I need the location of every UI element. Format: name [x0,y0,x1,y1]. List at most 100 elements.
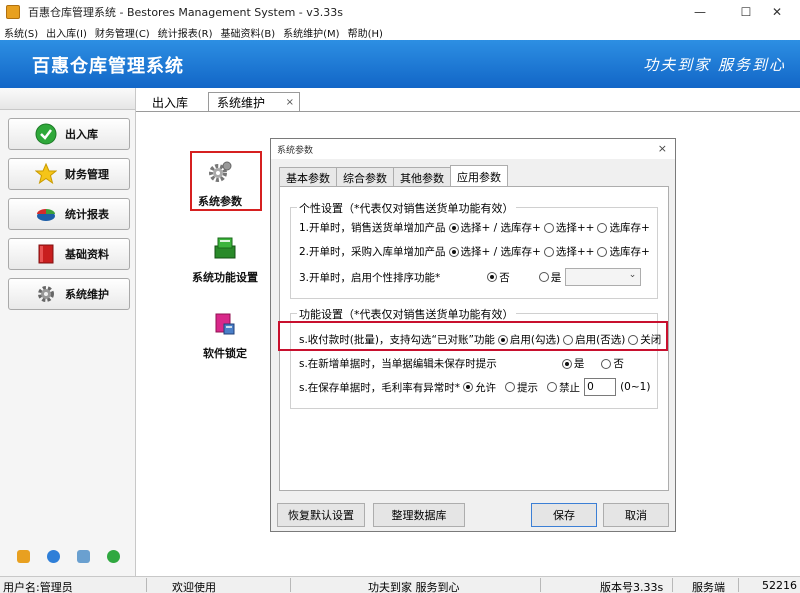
sidebar-item-reports[interactable]: 统计报表 [8,198,130,230]
save-button[interactable]: 保存 [531,503,597,527]
check-circle-icon [35,123,57,145]
radio-button[interactable] [601,358,612,369]
sort-select[interactable]: ⌄ [565,268,642,286]
tab-other-params[interactable]: 其他参数 [393,167,451,187]
row-label: s.在保存单据时，毛利率有异常时* [299,381,461,394]
tab-label: 系统维护 [217,96,266,110]
menu-bar: 系统(S) 出入库(I) 财务管理(C) 统计报表(R) 基础资料(B) 系统维… [0,24,800,40]
dialog-title: 系统参数 [271,139,675,159]
sidebar-item-label: 财务管理 [65,168,109,181]
sidebar-item-finance[interactable]: 财务管理 [8,158,130,190]
setting-row: 3.开单时，启用个性排序功能* 否 是 ⌄ [299,268,642,286]
highlight-box [278,321,668,351]
tab-general-params[interactable]: 综合参数 [336,167,394,187]
status-port: 52216 [762,579,797,592]
radio-button[interactable] [463,382,474,392]
sidebar-item-label: 系统维护 [65,288,109,301]
close-icon[interactable]: × [286,97,294,108]
software-lock-label: 软件锁定 [203,347,247,360]
book-icon [35,243,57,265]
pie-chart-icon [35,203,57,225]
title-bar: 百惠仓库管理系统 - Bestores Management System - … [0,0,800,24]
radio-label: 允许 [475,381,497,394]
gear-icon [35,283,57,305]
menu-maintenance[interactable]: 系统维护(M) [279,25,343,40]
radio-button[interactable] [543,222,554,233]
dialog-tabs: 基本参数 综合参数 其他参数 应用参数 [279,165,508,187]
radio-button[interactable] [538,272,549,282]
radio-label: 选择+ / 选库存+ [460,246,541,258]
status-bar: 用户名:管理员 欢迎使用 功夫到家 服务到心 版本号3.33s 服务端 5221… [0,576,800,593]
clock-icon[interactable] [46,550,60,563]
radio-button[interactable] [597,222,608,233]
radio-label: 禁止 [559,381,581,394]
setting-row: 2.开单时，采购入库单增加产品 选择+ / 选库存+ 选择++ 选库存+ [299,244,650,259]
menu-help[interactable]: 帮助(H) [344,25,387,40]
sidebar-item-inout[interactable]: 出入库 [8,118,130,150]
function-settings-item[interactable]: 系统功能设置 [192,236,258,285]
restore-defaults-button[interactable]: 恢复默认设置 [277,503,365,527]
radio-button[interactable] [597,246,608,257]
group-title: 功能设置（*代表仅对销售送货单功能有效） [297,306,516,322]
dialog-close-icon[interactable]: × [658,142,667,155]
tab-maintenance[interactable]: 系统维护 × [208,92,300,112]
sidebar-item-label: 基础资料 [65,248,109,261]
setting-row: s.在新增单据时，当单据编辑未保存时提示 是 否 [299,356,624,371]
organize-database-button[interactable]: 整理数据库 [373,503,465,527]
chevron-down-icon: ⌄ [628,270,637,280]
row-label: 2.开单时，采购入库单增加产品 [299,246,446,258]
radio-button[interactable] [448,222,459,233]
search-icon[interactable] [76,550,90,563]
menu-basic-data[interactable]: 基础资料(B) [216,25,279,40]
margin-threshold-input[interactable]: 0 [584,378,617,396]
lock-small-icon[interactable] [16,550,30,563]
minimize-button[interactable]: — [677,0,723,24]
radio-label: 选库存+ [609,246,650,258]
tab-basic-params[interactable]: 基本参数 [279,167,337,187]
radio-button[interactable] [448,246,459,257]
menu-inout[interactable]: 出入库(I) [42,25,91,40]
row-label: 3.开单时，启用个性排序功能* [299,271,441,284]
range-label: (0~1) [620,381,651,393]
status-version: 版本号3.33s [600,581,664,593]
menu-finance[interactable]: 财务管理(C) [91,25,154,40]
sidebar-item-basic-data[interactable]: 基础资料 [8,238,130,270]
sidebar-header [0,88,135,110]
refresh-icon[interactable] [106,550,120,563]
app-icon [6,5,20,19]
star-icon [35,163,57,185]
radio-label: 是 [550,271,562,284]
app-header: 百惠仓库管理系统 功夫到家 服务到心 [0,40,800,88]
personal-settings-group: 个性设置（*代表仅对销售送货单功能有效） 1.开单时，销售送货单增加产品 选择+… [290,200,658,299]
sidebar-bottom-icons [0,550,136,563]
tab-inout[interactable]: 出入库 [144,92,196,112]
setting-row: 1.开单时，销售送货单增加产品 选择+ / 选库存+ 选择++ 选库存+ [299,220,650,235]
function-settings-label: 系统功能设置 [192,271,258,284]
cancel-button[interactable]: 取消 [603,503,669,527]
status-server: 服务端 [692,581,725,593]
radio-label: 选择+ / 选库存+ [460,222,541,234]
radio-button[interactable] [561,358,572,369]
row-label: s.在新增单据时，当单据编辑未保存时提示 [299,358,497,370]
radio-button[interactable] [487,272,498,282]
software-lock-item[interactable]: 软件锁定 [203,312,247,361]
radio-button[interactable] [547,382,558,392]
highlight-box [190,151,262,211]
close-button[interactable]: ✕ [754,0,800,24]
sidebar-item-maintenance[interactable]: 系统维护 [8,278,130,310]
status-user: 用户名:管理员 [3,581,73,593]
setting-row: s.在保存单据时，毛利率有异常时* 允许 提示 禁止 0 (0~1) [299,378,650,396]
header-slogan: 功夫到家 服务到心 [643,56,786,74]
window-title: 百惠仓库管理系统 - Bestores Management System - … [28,6,343,19]
function-settings-icon [212,236,238,263]
header-title: 百惠仓库管理系统 [32,56,184,77]
tab-app-params[interactable]: 应用参数 [450,165,508,187]
radio-button[interactable] [505,382,516,392]
menu-reports[interactable]: 统计报表(R) [154,25,217,40]
radio-label: 是 [573,358,585,370]
menu-system[interactable]: 系统(S) [0,25,42,40]
radio-label: 选择++ [555,222,595,234]
row-label: 1.开单时，销售送货单增加产品 [299,222,446,234]
radio-label: 选择++ [555,246,595,258]
radio-button[interactable] [543,246,554,257]
